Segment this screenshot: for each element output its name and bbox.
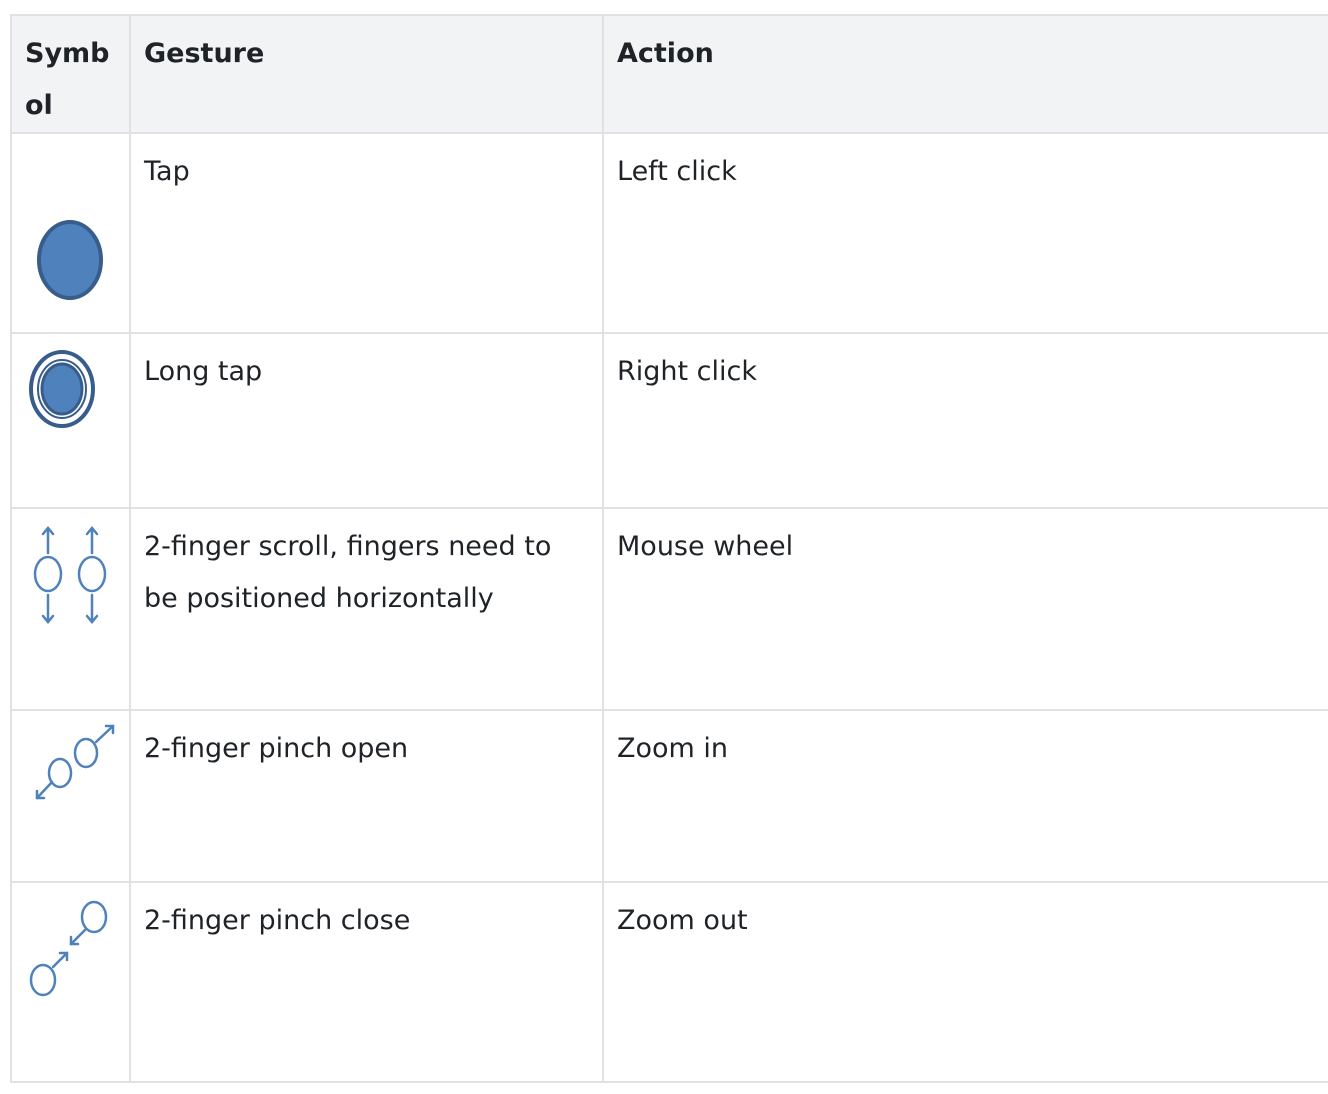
table-row: 2-finger pinch close Zoom out <box>10 881 1328 1083</box>
pinch-open-icon <box>35 724 115 800</box>
header-action: Action <box>602 14 1328 134</box>
gesture-cell: Tap <box>129 132 604 334</box>
action-cell: Zoom in <box>602 709 1328 883</box>
gesture-cell: 2-finger pinch close <box>129 881 604 1083</box>
action-cell: Left click <box>602 132 1328 334</box>
table-row: Long tap Right click <box>10 332 1328 509</box>
tap-icon <box>37 220 103 300</box>
gesture-table-container: Symbol Gesture Action Tap Left click Lon… <box>10 14 1328 1094</box>
symbol-cell <box>10 507 131 711</box>
pinch-close-icon <box>29 900 108 997</box>
header-symbol: Symbol <box>10 14 131 134</box>
action-cell: Zoom out <box>602 881 1328 1083</box>
two-finger-scroll-icon <box>33 526 107 624</box>
table-row: 2-finger pinch open Zoom in <box>10 709 1328 883</box>
symbol-cell <box>10 709 131 883</box>
symbol-cell <box>10 332 131 509</box>
gesture-cell: Long tap <box>129 332 604 509</box>
table-row: 2-finger scroll, fingers need to be posi… <box>10 507 1328 711</box>
symbol-cell <box>10 881 131 1083</box>
gesture-table: Symbol Gesture Action Tap Left click Lon… <box>10 14 1328 1083</box>
symbol-cell <box>10 132 131 334</box>
action-cell: Mouse wheel <box>602 507 1328 711</box>
action-cell: Right click <box>602 332 1328 509</box>
table-header-row: Symbol Gesture Action <box>10 14 1328 134</box>
header-gesture: Gesture <box>129 14 604 134</box>
table-row: Tap Left click <box>10 132 1328 334</box>
long-tap-icon <box>29 350 95 428</box>
gesture-cell: 2-finger pinch open <box>129 709 604 883</box>
gesture-cell: 2-finger scroll, fingers need to be posi… <box>129 507 604 711</box>
